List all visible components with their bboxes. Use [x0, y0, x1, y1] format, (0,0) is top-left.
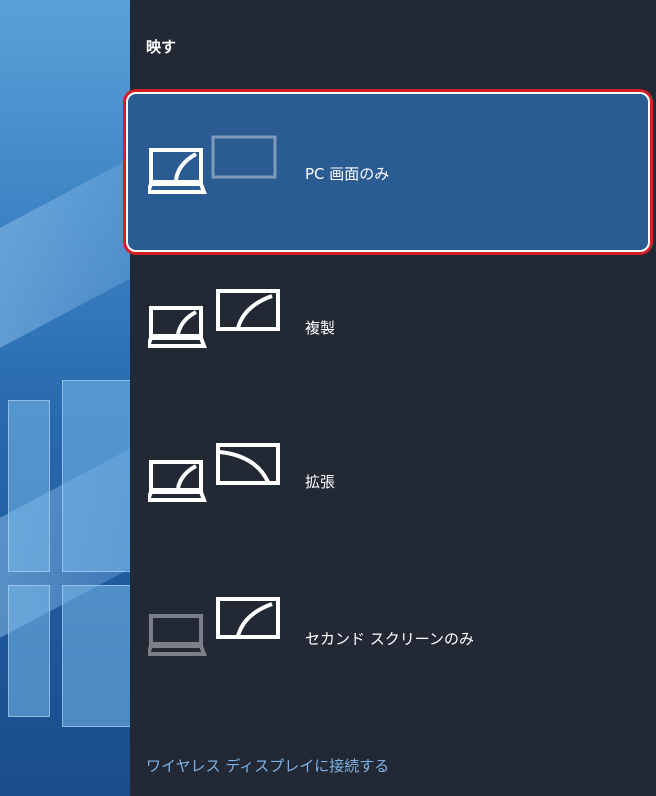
- option-label: 複製: [305, 319, 336, 337]
- light-beam: [0, 110, 130, 370]
- pc-screen-only-icon: [148, 135, 277, 194]
- option-duplicate[interactable]: 複製: [130, 270, 656, 426]
- project-panel: 映す PC 画面のみ 複製 拡張 セカンド スクリーンのみ ワイヤレス ディスプ…: [126, 0, 656, 796]
- window-logo-pane: [8, 400, 50, 572]
- duplicate-icon: [148, 289, 280, 348]
- connect-wireless-display-link[interactable]: ワイヤレス ディスプレイに接続する: [146, 755, 389, 776]
- window-logo-pane: [8, 585, 50, 717]
- desktop-background: [0, 0, 130, 796]
- option-label: 拡張: [305, 473, 336, 491]
- second-screen-only-icon: [148, 597, 280, 656]
- window-logo-pane: [62, 585, 130, 727]
- window-logo-pane: [62, 380, 130, 572]
- extend-icon: [148, 443, 280, 502]
- option-label: セカンド スクリーンのみ: [305, 630, 475, 648]
- panel-title: 映す: [146, 38, 177, 56]
- option-extend[interactable]: 拡張: [130, 424, 656, 580]
- option-label: PC 画面のみ: [305, 165, 390, 183]
- option-pc-screen-only[interactable]: PC 画面のみ: [122, 88, 654, 256]
- option-second-screen-only[interactable]: セカンド スクリーンのみ: [130, 578, 656, 734]
